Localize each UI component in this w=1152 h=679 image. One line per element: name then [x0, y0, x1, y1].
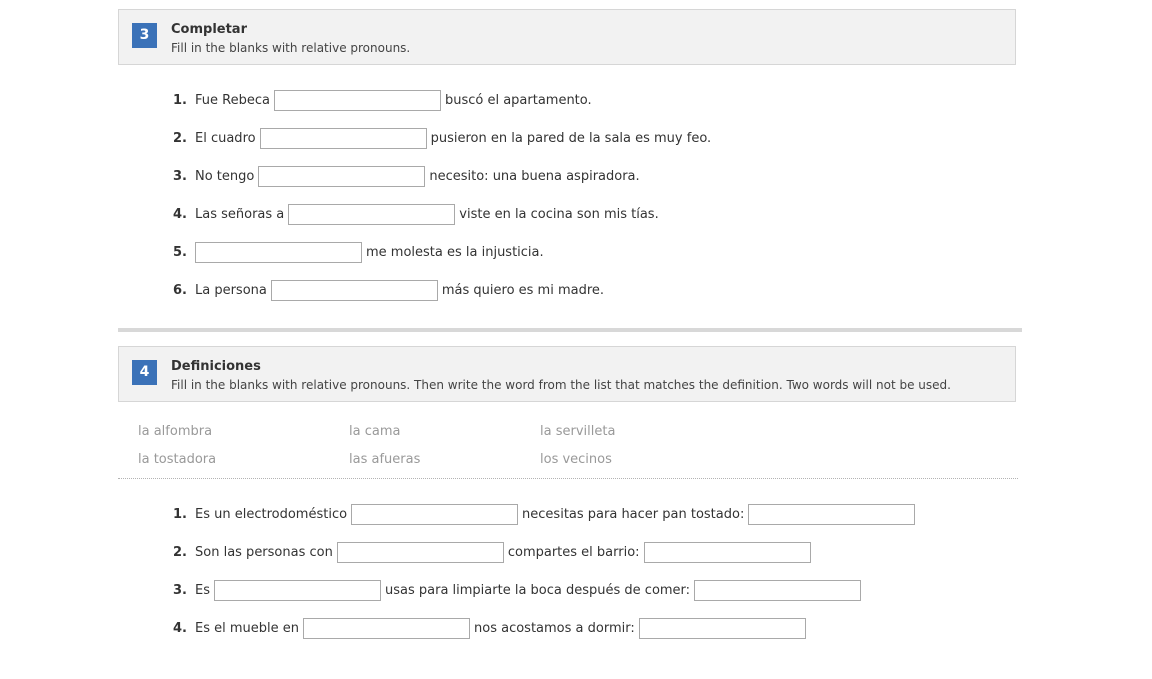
- word-bank-item: la cama: [349, 424, 401, 439]
- s4-item-3-word-blank[interactable]: [694, 579, 862, 601]
- section-3-instructions: Fill in the blanks with relative pronoun…: [171, 41, 411, 55]
- section-4-number-badge: 4: [132, 360, 157, 385]
- s4-item-2-pronoun-blank[interactable]: [336, 541, 504, 563]
- item-text-before: Son las personas con: [195, 544, 333, 560]
- s4-item-3-pronoun-blank[interactable]: [214, 579, 381, 601]
- item-number: 3.: [173, 582, 187, 598]
- s4-item-4-pronoun-blank[interactable]: [303, 617, 470, 639]
- section-4-instructions: Fill in the blanks with relative pronoun…: [171, 378, 951, 392]
- word-bank-item: los vecinos: [540, 452, 612, 467]
- item-number: 1.: [173, 92, 187, 108]
- item-number: 2.: [173, 130, 187, 146]
- item-text-middle: compartes el barrio:: [507, 544, 640, 560]
- item-text-after: viste en la cocina son mis tías.: [459, 206, 659, 222]
- word-bank-divider: [118, 478, 1018, 479]
- section-4-item-3: 3. Es usas para limpiarte la boca despué…: [173, 579, 862, 601]
- section-4-item-1: 1. Es un electrodoméstico necesitas para…: [173, 503, 916, 525]
- section-4-item-4: 4. Es el mueble en nos acostamos a dormi…: [173, 617, 806, 639]
- item-text-before: Es: [195, 582, 210, 598]
- section-3-item-1: 1. Fue Rebeca buscó el apartamento.: [173, 89, 592, 111]
- word-bank-item: la tostadora: [138, 452, 217, 467]
- item-text-after: más quiero es mi madre.: [441, 282, 605, 298]
- s4-item-4-word-blank[interactable]: [638, 617, 806, 639]
- section-4-header: 4 Definiciones Fill in the blanks with r…: [118, 346, 1016, 402]
- s4-item-2-word-blank[interactable]: [643, 541, 811, 563]
- section-divider: [118, 328, 1022, 332]
- section-3-item-4: 4. Las señoras a viste en la cocina son …: [173, 203, 659, 225]
- item-text-before: La persona: [195, 282, 267, 298]
- s3-item-4-blank[interactable]: [288, 203, 456, 225]
- item-number: 4.: [173, 620, 187, 636]
- item-number: 2.: [173, 544, 187, 560]
- s3-item-5-blank[interactable]: [195, 241, 362, 263]
- section-3-number-badge: 3: [132, 23, 157, 48]
- item-text-middle: usas para limpiarte la boca después de c…: [385, 582, 691, 598]
- item-text-after: buscó el apartamento.: [444, 92, 592, 108]
- item-number: 3.: [173, 168, 187, 184]
- item-text-after: pusieron en la pared de la sala es muy f…: [430, 130, 712, 146]
- word-bank-item: la servilleta: [540, 424, 616, 439]
- item-text-before: Es un electrodoméstico: [195, 506, 348, 522]
- section-3-item-5: 5. me molesta es la injusticia.: [173, 241, 544, 263]
- item-number: 1.: [173, 506, 187, 522]
- item-text-before: Las señoras a: [195, 206, 285, 222]
- s4-item-1-pronoun-blank[interactable]: [351, 503, 519, 525]
- s4-item-1-word-blank[interactable]: [748, 503, 916, 525]
- section-3-title: Completar: [171, 22, 247, 37]
- item-number: 4.: [173, 206, 187, 222]
- item-text-after: necesito: una buena aspiradora.: [429, 168, 640, 184]
- s3-item-1-blank[interactable]: [273, 89, 441, 111]
- item-number: 6.: [173, 282, 187, 298]
- item-text-before: No tengo: [195, 168, 255, 184]
- s3-item-2-blank[interactable]: [259, 127, 427, 149]
- item-text-middle: nos acostamos a dormir:: [474, 620, 635, 636]
- section-3-item-2: 2. El cuadro pusieron en la pared de la …: [173, 127, 711, 149]
- item-text-before: Fue Rebeca: [195, 92, 270, 108]
- item-text-after: me molesta es la injusticia.: [366, 244, 544, 260]
- word-bank-item: la alfombra: [138, 424, 213, 439]
- section-4-title: Definiciones: [171, 359, 261, 374]
- item-text-before: El cuadro: [195, 130, 256, 146]
- section-3-header: 3 Completar Fill in the blanks with rela…: [118, 9, 1016, 65]
- s3-item-3-blank[interactable]: [258, 165, 426, 187]
- s3-item-6-blank[interactable]: [270, 279, 438, 301]
- item-text-before: Es el mueble en: [195, 620, 299, 636]
- item-text-middle: necesitas para hacer pan tostado:: [522, 506, 745, 522]
- section-3-item-3: 3. No tengo necesito: una buena aspirado…: [173, 165, 640, 187]
- word-bank-item: las afueras: [349, 452, 421, 467]
- item-number: 5.: [173, 244, 187, 260]
- section-3-item-6: 6. La persona más quiero es mi madre.: [173, 279, 604, 301]
- section-4-item-2: 2. Son las personas con compartes el bar…: [173, 541, 811, 563]
